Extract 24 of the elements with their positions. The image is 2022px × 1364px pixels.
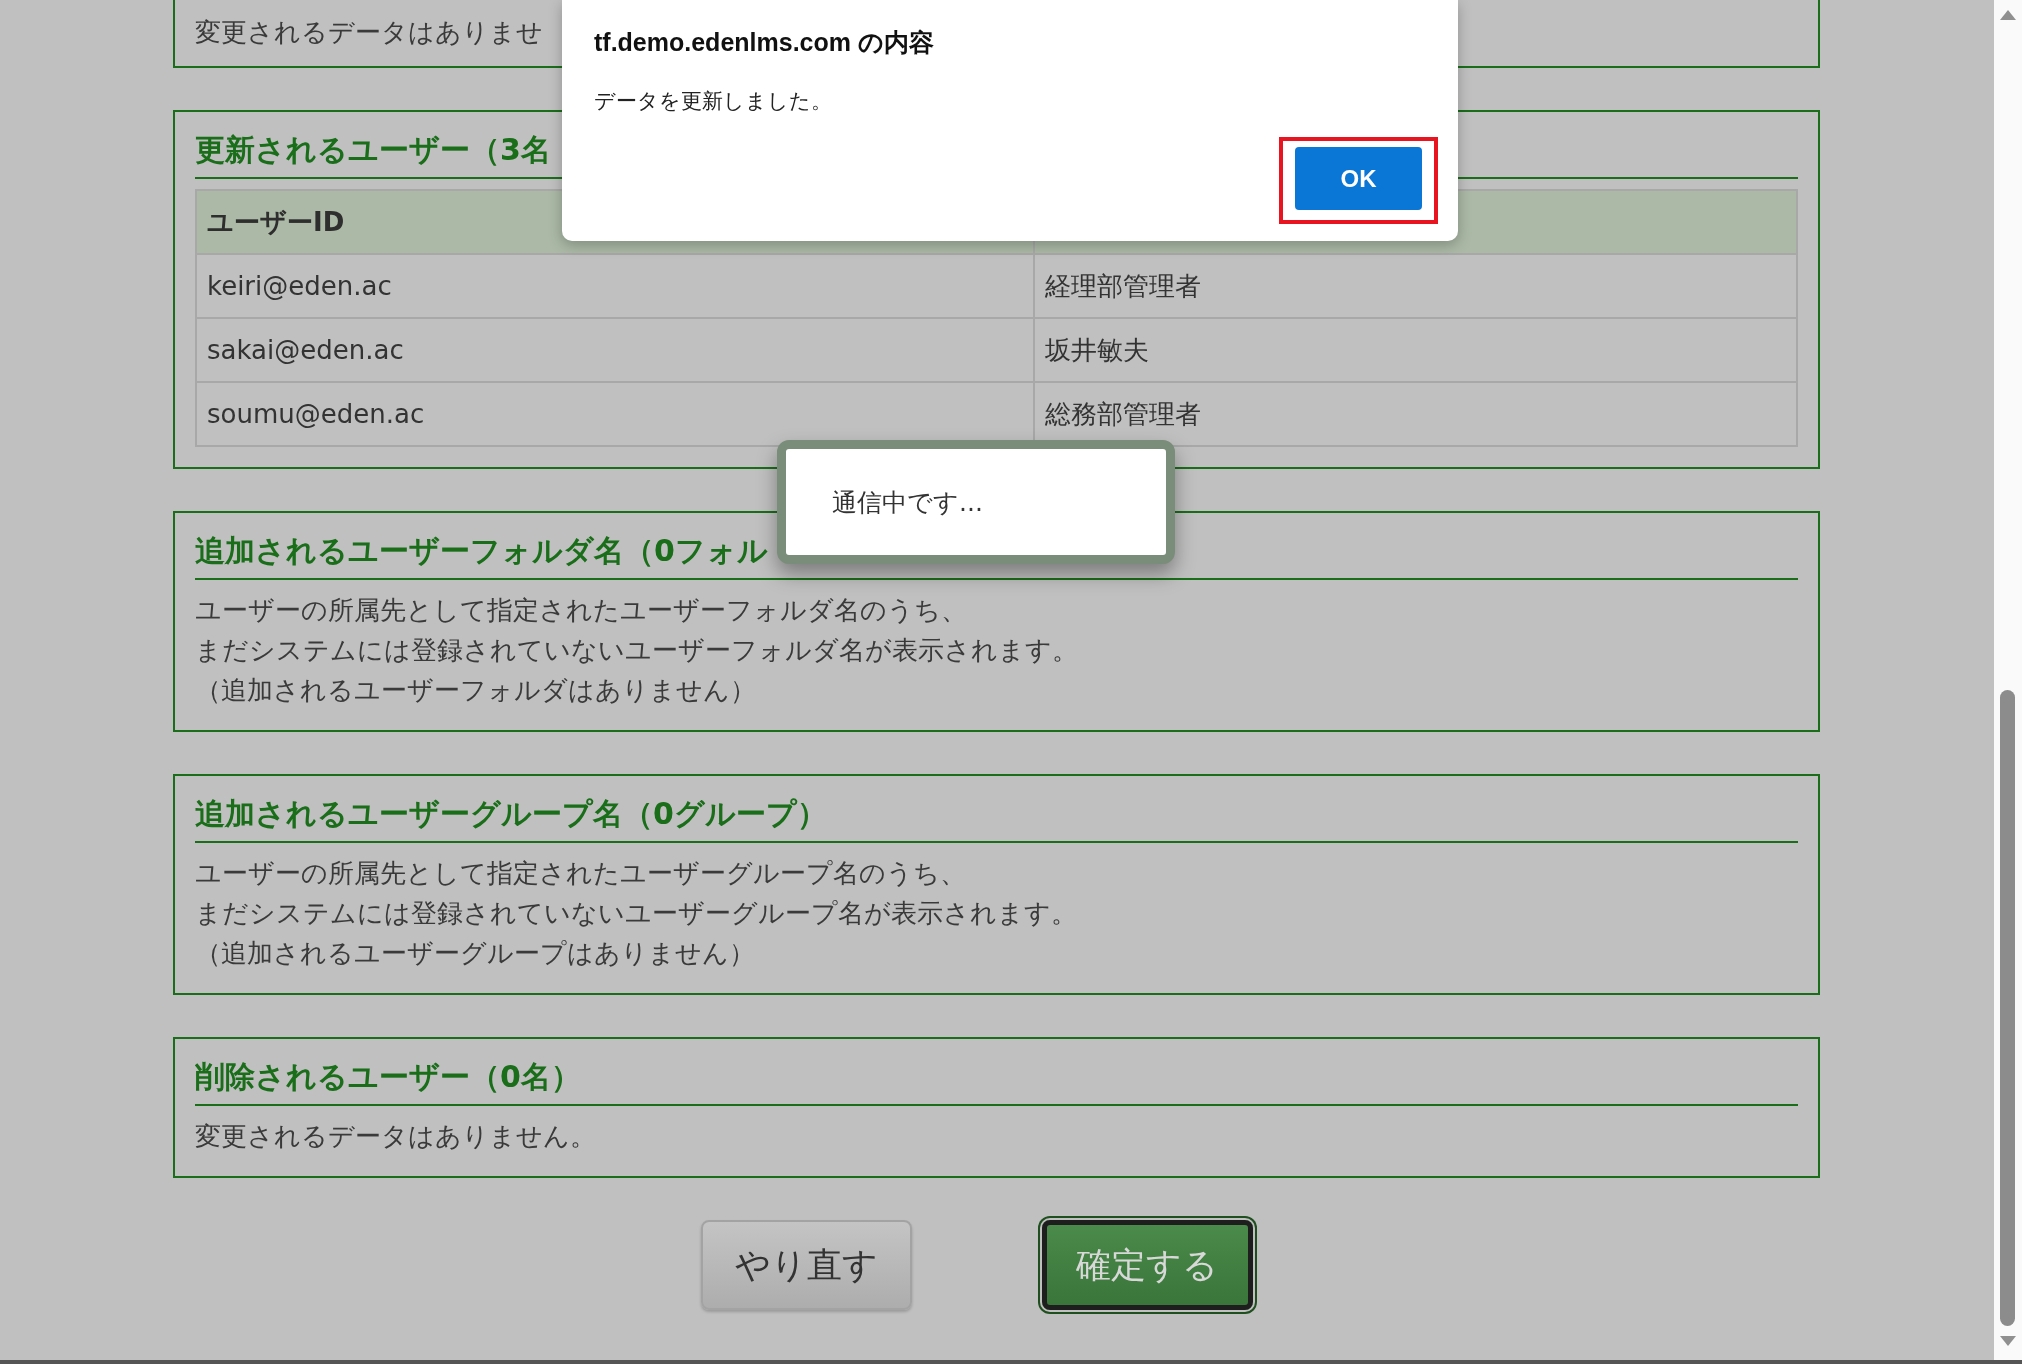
section-text: ユーザーの所属先として指定されたユーザーフォルダ名のうち、: [195, 594, 967, 627]
section-text: 変更されるデータはありません。: [195, 1120, 596, 1153]
dialog-title: tf.demo.edenlms.com の内容: [594, 27, 935, 58]
scrollbar[interactable]: [1994, 0, 2022, 1360]
ok-button[interactable]: OK: [1295, 147, 1422, 210]
section-text: まだシステムには登録されていないユーザーフォルダ名が表示されます。: [195, 634, 1078, 667]
section-title: 削除されるユーザー（0名）: [195, 1057, 1798, 1106]
section-text: 変更されるデータはありませ: [195, 16, 543, 49]
table-cell: sakai@eden.ac: [197, 319, 1035, 383]
table-cell: 坂井敏夫: [1035, 319, 1796, 383]
scroll-up-icon[interactable]: [2000, 10, 2016, 20]
section-text: （追加されるユーザーグループはありません）: [195, 937, 755, 970]
section-text: まだシステムには登録されていないユーザーグループ名が表示されます。: [195, 897, 1077, 930]
section-text: （追加されるユーザーフォルダはありません）: [195, 674, 756, 707]
table-cell-text: 総務部管理者: [1044, 397, 1202, 431]
section-title: 追加されるユーザーグループ名（0グループ）: [195, 794, 1798, 843]
scroll-thumb[interactable]: [2000, 690, 2015, 1326]
dialog-message: データを更新しました。: [594, 88, 833, 115]
loading-text: 通信中です...: [832, 486, 983, 519]
scroll-down-icon[interactable]: [2000, 1336, 2016, 1346]
table-cell: 経理部管理者: [1035, 255, 1796, 319]
section-text: ユーザーの所属先として指定されたユーザーグループ名のうち、: [195, 857, 966, 890]
table-cell: keiri@eden.ac: [197, 255, 1035, 319]
redo-button[interactable]: やり直す: [700, 1220, 912, 1310]
